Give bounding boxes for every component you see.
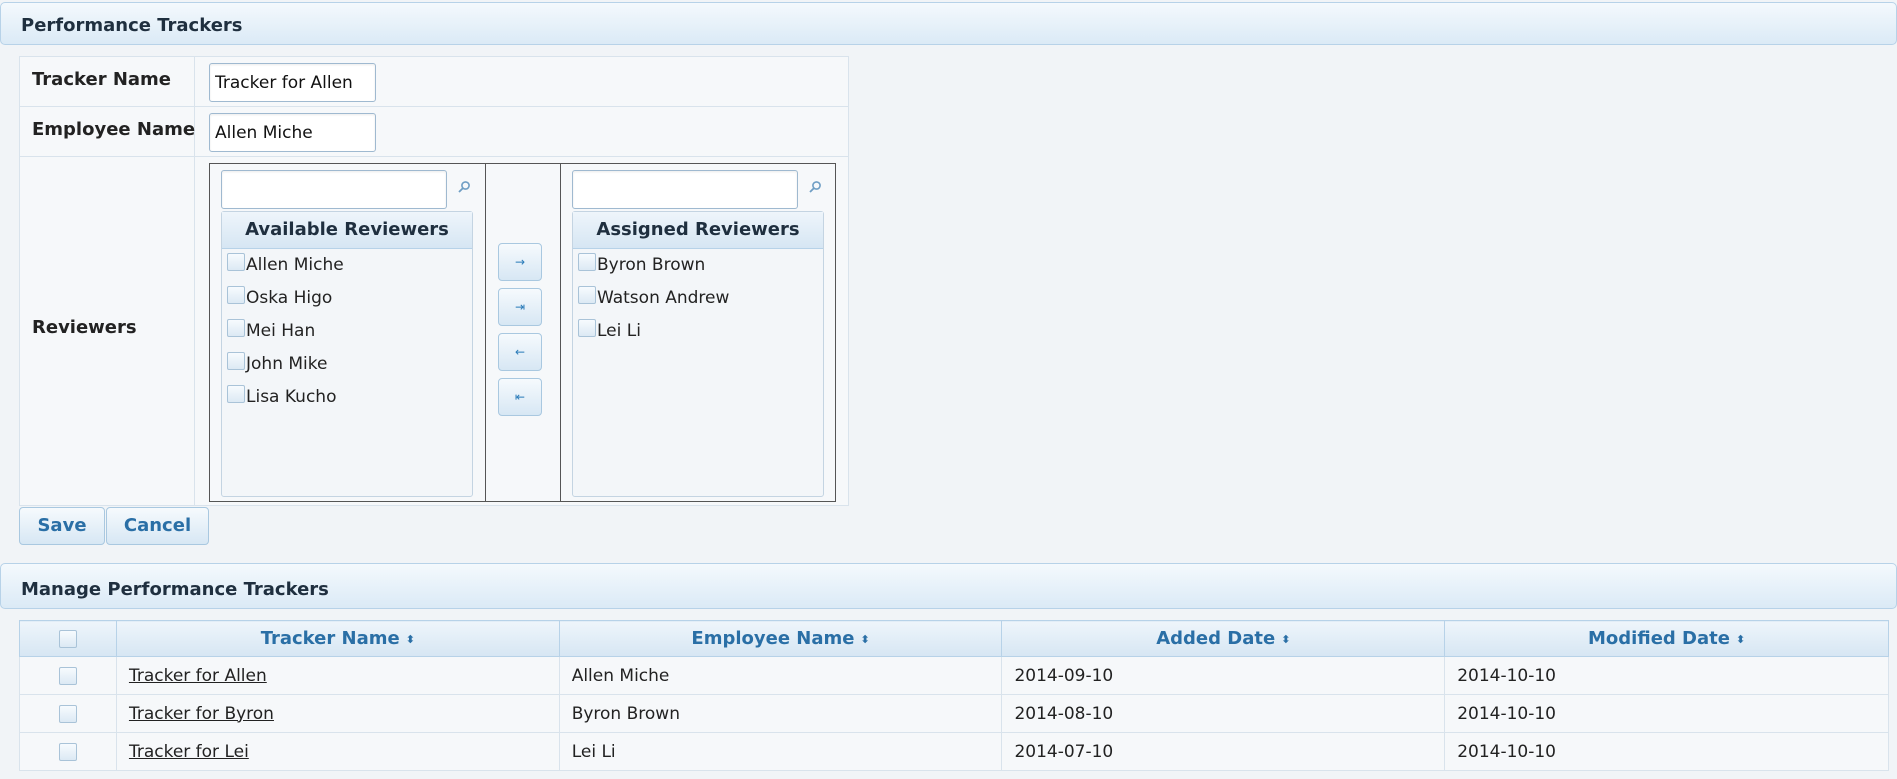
checkbox-icon[interactable]	[227, 385, 245, 403]
picklist-divider	[485, 164, 486, 501]
available-search-input[interactable]	[221, 170, 447, 209]
employee-name-label: Employee Name	[32, 119, 196, 140]
assigned-search	[572, 170, 824, 210]
available-reviewers-list: Available Reviewers Allen Miche Oska Hig…	[221, 211, 473, 497]
tracker-name-cell: Tracker for Allen	[115, 656, 560, 695]
tracker-link[interactable]: Tracker for Allen	[129, 666, 267, 686]
modified-date-cell: 2014-10-10	[1444, 732, 1889, 771]
list-item[interactable]: John Mike	[222, 348, 472, 381]
checkbox-icon[interactable]	[227, 319, 245, 337]
remove-all-reviewers-button[interactable]: ⇤	[498, 378, 542, 416]
reviewer-name: Lisa Kucho	[246, 387, 337, 407]
checkbox-icon[interactable]	[58, 742, 77, 761]
form-row-divider	[20, 106, 848, 107]
available-reviewers-panel: Available Reviewers Allen Miche Oska Hig…	[221, 170, 473, 497]
modified-date-cell: 2014-10-10	[1444, 656, 1889, 695]
list-item[interactable]: Lisa Kucho	[222, 381, 472, 414]
checkbox-icon[interactable]	[58, 630, 77, 648]
add-reviewer-button[interactable]: →	[498, 243, 542, 281]
reviewer-name: Oska Higo	[246, 288, 333, 308]
list-item[interactable]: Watson Andrew	[573, 282, 823, 315]
reviewer-name: Mei Han	[246, 321, 316, 341]
sort-icon[interactable]: ⬍	[1281, 633, 1290, 646]
tracker-link[interactable]: Tracker for Byron	[129, 704, 274, 724]
tracker-name-label: Tracker Name	[32, 69, 172, 90]
tracker-form: Tracker Name Employee Name Reviewers Ava…	[19, 56, 849, 506]
save-button[interactable]: Save	[19, 507, 105, 545]
employee-name-input[interactable]	[209, 113, 376, 152]
list-item[interactable]: Lei Li	[573, 315, 823, 348]
added-date-cell: 2014-08-10	[1001, 694, 1446, 733]
column-header-tracker-name[interactable]: Tracker Name ⬍	[115, 620, 560, 657]
checkbox-icon[interactable]	[578, 253, 596, 271]
column-label: Employee Name	[691, 628, 855, 649]
manage-trackers-header: Manage Performance Trackers	[0, 563, 1897, 609]
select-all-header	[19, 620, 117, 657]
list-item[interactable]: Allen Miche	[222, 249, 472, 282]
cancel-button[interactable]: Cancel	[106, 507, 209, 545]
column-label: Tracker Name	[260, 628, 400, 649]
reviewer-name: Byron Brown	[597, 255, 706, 275]
tracker-name-input[interactable]	[209, 63, 376, 102]
search-icon[interactable]	[457, 180, 471, 194]
column-header-added-date[interactable]: Added Date ⬍	[1001, 620, 1446, 657]
list-item[interactable]: Byron Brown	[573, 249, 823, 282]
added-date-cell: 2014-07-10	[1001, 732, 1446, 771]
added-date-cell: 2014-09-10	[1001, 656, 1446, 695]
reviewer-name: Watson Andrew	[597, 288, 730, 308]
row-select-cell	[19, 656, 117, 695]
performance-trackers-header: Performance Trackers	[0, 2, 1897, 45]
checkbox-icon[interactable]	[58, 666, 77, 685]
reviewer-name: Allen Miche	[246, 255, 344, 275]
remove-reviewer-button[interactable]: ←	[498, 333, 542, 371]
section-title: Manage Performance Trackers	[21, 579, 329, 600]
form-row-divider	[20, 156, 848, 157]
employee-name-cell: Allen Miche	[558, 656, 1003, 695]
reviewers-label: Reviewers	[32, 317, 137, 338]
sort-icon[interactable]: ⬍	[1736, 633, 1745, 646]
tracker-name-cell: Tracker for Byron	[115, 694, 560, 733]
assigned-reviewers-list: Assigned Reviewers Byron Brown Watson An…	[572, 211, 824, 497]
assigned-reviewers-panel: Assigned Reviewers Byron Brown Watson An…	[572, 170, 824, 497]
tracker-link[interactable]: Tracker for Lei	[129, 742, 249, 762]
table-header-row: Tracker Name ⬍ Employee Name ⬍ Added Date ⬍…	[19, 620, 1889, 657]
checkbox-icon[interactable]	[227, 253, 245, 271]
employee-name-cell: Byron Brown	[558, 694, 1003, 733]
modified-date-cell: 2014-10-10	[1444, 694, 1889, 733]
checkbox-icon[interactable]	[578, 319, 596, 337]
row-select-cell	[19, 694, 117, 733]
list-item[interactable]: Oska Higo	[222, 282, 472, 315]
tracker-name-cell: Tracker for Lei	[115, 732, 560, 771]
reviewers-picklist: Available Reviewers Allen Miche Oska Hig…	[209, 163, 836, 502]
checkbox-icon[interactable]	[578, 286, 596, 304]
column-label: Modified Date	[1588, 628, 1730, 649]
search-icon[interactable]	[808, 180, 822, 194]
table-row: Tracker for Lei Lei Li 2014-07-10 2014-1…	[19, 732, 1889, 771]
sort-icon[interactable]: ⬍	[406, 633, 415, 646]
column-header-employee-name[interactable]: Employee Name ⬍	[558, 620, 1003, 657]
picklist-divider	[560, 164, 561, 501]
checkbox-icon[interactable]	[227, 286, 245, 304]
row-select-cell	[19, 732, 117, 771]
reviewer-name: Lei Li	[597, 321, 641, 341]
table-row: Tracker for Allen Allen Miche 2014-09-10…	[19, 656, 1889, 695]
column-label: Added Date	[1156, 628, 1276, 649]
list-item[interactable]: Mei Han	[222, 315, 472, 348]
trackers-table: Tracker Name ⬍ Employee Name ⬍ Added Date ⬍…	[19, 620, 1889, 771]
checkbox-icon[interactable]	[58, 704, 77, 723]
assigned-search-input[interactable]	[572, 170, 798, 209]
checkbox-icon[interactable]	[227, 352, 245, 370]
column-header-modified-date[interactable]: Modified Date ⬍	[1444, 620, 1889, 657]
reviewer-name: John Mike	[246, 354, 328, 374]
available-reviewers-title: Available Reviewers	[222, 212, 472, 249]
assigned-reviewers-title: Assigned Reviewers	[573, 212, 823, 249]
employee-name-cell: Lei Li	[558, 732, 1003, 771]
sort-icon[interactable]: ⬍	[861, 633, 870, 646]
available-search	[221, 170, 473, 210]
table-row: Tracker for Byron Byron Brown 2014-08-10…	[19, 694, 1889, 733]
add-all-reviewers-button[interactable]: ⇥	[498, 288, 542, 326]
section-title: Performance Trackers	[21, 15, 243, 36]
